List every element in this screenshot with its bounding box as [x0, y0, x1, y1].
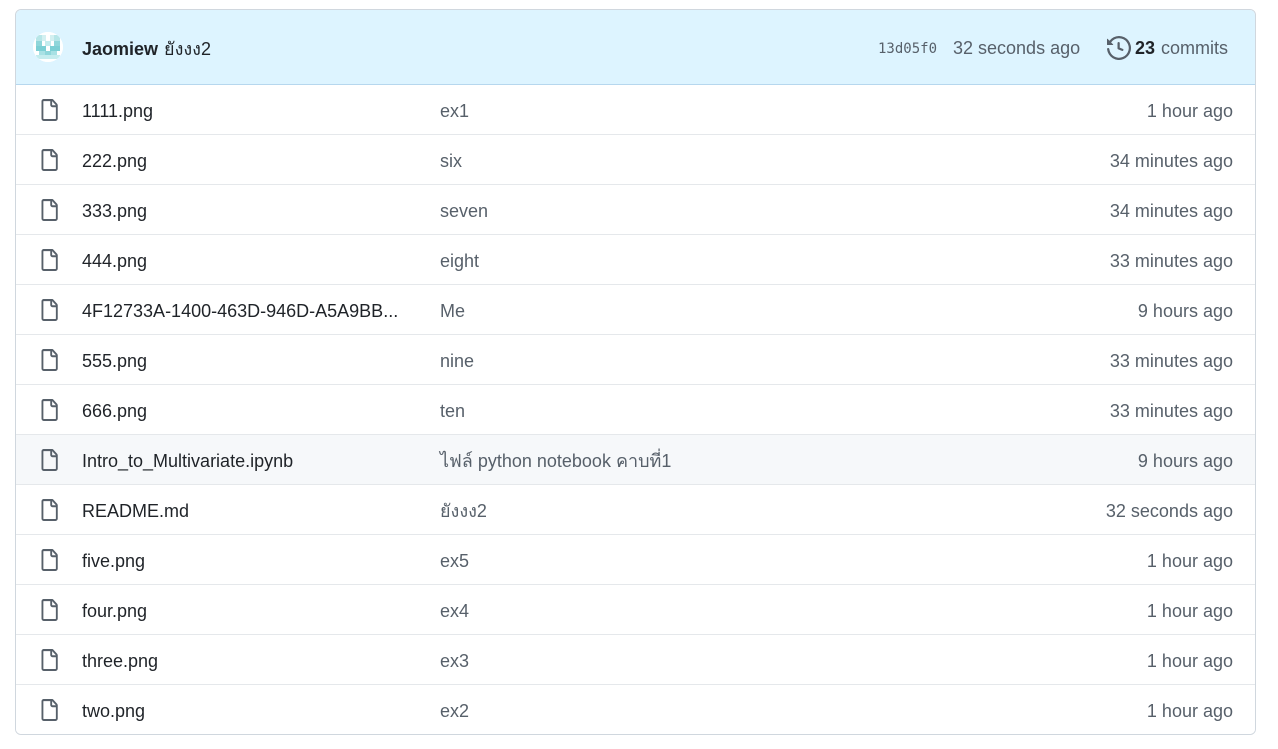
- file-commit-time: 1 hour ago: [1146, 701, 1233, 721]
- file-row[interactable]: 1111.png ex1 1 hour ago: [16, 85, 1255, 134]
- file-commit-time: 1 hour ago: [1146, 601, 1233, 621]
- commit-message[interactable]: ยังงง2: [164, 39, 211, 59]
- file-name-link[interactable]: 333.png: [82, 199, 147, 223]
- file-icon: [39, 599, 59, 621]
- commit-author[interactable]: Jaomiew ยังงง2: [82, 37, 211, 61]
- commits-label[interactable]: commits: [1161, 36, 1228, 60]
- file-row[interactable]: 333.png seven 34 minutes ago: [16, 184, 1255, 234]
- file-commit-message-link[interactable]: nine: [440, 349, 474, 373]
- file-commit-message-link[interactable]: Me: [440, 299, 465, 323]
- file-row[interactable]: 4F12733A-1400-463D-946D-A5A9BB... Me 9 hou…: [16, 284, 1255, 334]
- file-icon: [39, 449, 59, 471]
- file-commit-time: 34 minutes ago: [1109, 151, 1233, 171]
- file-name-link[interactable]: 222.png: [82, 149, 147, 173]
- file-list: 1111.png ex1 1 hour ago 222.png six 34 minute…: [16, 85, 1255, 734]
- file-commit-time: 1 hour ago: [1146, 101, 1233, 121]
- file-commit-message-link[interactable]: ยังงง2: [440, 499, 487, 523]
- file-commit-time: 33 minutes ago: [1109, 251, 1233, 271]
- commit-author-name[interactable]: Jaomiew: [82, 39, 158, 59]
- file-commit-message-link[interactable]: ex5: [440, 549, 469, 573]
- file-commit-time: 33 minutes ago: [1109, 401, 1233, 421]
- file-name-link[interactable]: five.png: [82, 549, 145, 573]
- history-icon: [1107, 36, 1131, 60]
- file-icon: [39, 249, 59, 271]
- file-commit-message-link[interactable]: ex2: [440, 699, 469, 723]
- commit-time: 32 seconds ago: [953, 38, 1081, 58]
- file-name-link[interactable]: Intro_to_Multivariate.ipynb: [82, 449, 293, 473]
- file-icon: [39, 399, 59, 421]
- file-row[interactable]: five.png ex5 1 hour ago: [16, 534, 1255, 584]
- file-commit-message-link[interactable]: ex3: [440, 649, 469, 673]
- file-commit-message-link[interactable]: eight: [440, 249, 479, 273]
- commit-sha[interactable]: 13d05f0: [878, 39, 937, 59]
- file-name-link[interactable]: four.png: [82, 599, 147, 623]
- file-icon: [39, 649, 59, 671]
- file-commit-time: 32 seconds ago: [1105, 501, 1233, 521]
- file-row[interactable]: 555.png nine 33 minutes ago: [16, 334, 1255, 384]
- file-name-link[interactable]: 444.png: [82, 249, 147, 273]
- file-commit-time: 9 hours ago: [1137, 451, 1233, 471]
- file-row[interactable]: two.png ex2 1 hour ago: [16, 684, 1255, 734]
- file-commit-message-link[interactable]: six: [440, 149, 462, 173]
- file-icon: [39, 149, 59, 171]
- file-row[interactable]: 222.png six 34 minutes ago: [16, 134, 1255, 184]
- file-row[interactable]: 444.png eight 33 minutes ago: [16, 234, 1255, 284]
- commits-link[interactable]: 23 commits: [1107, 36, 1228, 60]
- file-icon: [39, 99, 59, 121]
- file-commit-time: 1 hour ago: [1146, 651, 1233, 671]
- file-commit-time: 33 minutes ago: [1109, 351, 1233, 371]
- file-row[interactable]: four.png ex4 1 hour ago: [16, 584, 1255, 634]
- file-name-link[interactable]: 555.png: [82, 349, 147, 373]
- file-icon: [39, 499, 59, 521]
- file-commit-message-link[interactable]: seven: [440, 199, 488, 223]
- file-browser: Jaomiew ยังงง2 13d05f0 32 seconds ago 23 …: [15, 9, 1256, 735]
- file-commit-message-link[interactable]: ex4: [440, 599, 469, 623]
- file-row[interactable]: three.png ex3 1 hour ago: [16, 634, 1255, 684]
- file-icon: [39, 299, 59, 321]
- file-commit-time: 9 hours ago: [1137, 301, 1233, 321]
- file-icon: [39, 199, 59, 221]
- file-name-link[interactable]: README.md: [82, 499, 189, 523]
- file-name-link[interactable]: two.png: [82, 699, 145, 723]
- file-name-link[interactable]: three.png: [82, 649, 158, 673]
- file-name-link[interactable]: 4F12733A-1400-463D-946D-A5A9BB...: [82, 299, 398, 323]
- file-row[interactable]: Intro_to_Multivariate.ipynb ไฟล์ python n…: [16, 434, 1255, 484]
- file-commit-message-link[interactable]: ten: [440, 399, 465, 423]
- avatar[interactable]: [33, 32, 63, 62]
- commit-count[interactable]: 23: [1135, 36, 1155, 60]
- file-icon: [39, 699, 59, 721]
- file-commit-time: 34 minutes ago: [1109, 201, 1233, 221]
- file-commit-message-link[interactable]: ไฟล์ python notebook คาบที่1: [440, 449, 671, 473]
- file-commit-message-link[interactable]: ex1: [440, 99, 469, 123]
- file-name-link[interactable]: 1111.png: [82, 99, 153, 123]
- latest-commit-bar: Jaomiew ยังงง2 13d05f0 32 seconds ago 23 …: [16, 10, 1255, 85]
- file-row[interactable]: README.md ยังงง2 32 seconds ago: [16, 484, 1255, 534]
- file-icon: [39, 549, 59, 571]
- file-row[interactable]: 666.png ten 33 minutes ago: [16, 384, 1255, 434]
- file-commit-time: 1 hour ago: [1146, 551, 1233, 571]
- file-icon: [39, 349, 59, 371]
- file-name-link[interactable]: 666.png: [82, 399, 147, 423]
